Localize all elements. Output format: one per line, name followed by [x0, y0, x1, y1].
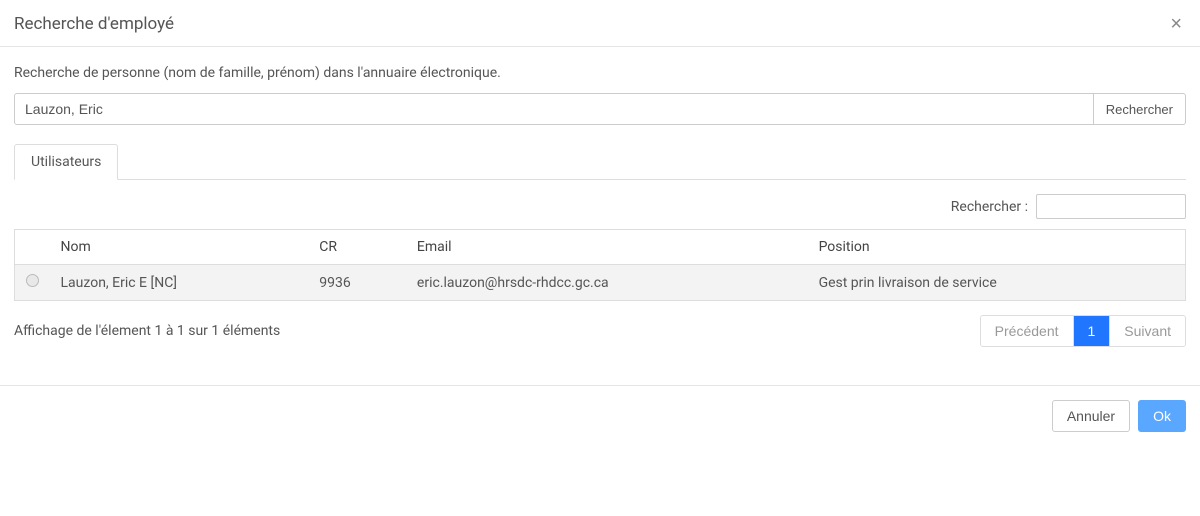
page-1-button[interactable]: 1 — [1074, 316, 1111, 346]
showing-text: Affichage de l'élement 1 à 1 sur 1 éléme… — [14, 323, 280, 339]
modal-header: Recherche d'employé × — [0, 0, 1200, 47]
employee-search-modal: Recherche d'employé × Recherche de perso… — [0, 0, 1200, 446]
pagination: Précédent 1 Suivant — [980, 315, 1186, 347]
cancel-button[interactable]: Annuler — [1052, 400, 1130, 432]
tab-users[interactable]: Utilisateurs — [14, 144, 118, 180]
close-icon[interactable]: × — [1166, 14, 1186, 34]
cell-name: Lauzon, Eric E [NC] — [51, 265, 310, 301]
results-table: Nom CR Email Position Lauzon, Eric E [NC… — [14, 229, 1186, 301]
col-select — [15, 230, 51, 265]
search-row: Rechercher — [14, 93, 1186, 125]
table-footer: Affichage de l'élement 1 à 1 sur 1 éléme… — [14, 315, 1186, 347]
filter-input[interactable] — [1036, 194, 1186, 219]
search-button[interactable]: Rechercher — [1094, 93, 1186, 125]
col-email[interactable]: Email — [407, 230, 809, 265]
row-select-cell — [15, 265, 51, 301]
table-row[interactable]: Lauzon, Eric E [NC] 9936 eric.lauzon@hrs… — [15, 265, 1186, 301]
table-header-row: Nom CR Email Position — [15, 230, 1186, 265]
filter-label: Rechercher : — [951, 199, 1028, 215]
ok-button[interactable]: Ok — [1138, 400, 1186, 432]
radio-icon[interactable] — [26, 274, 39, 287]
modal-title: Recherche d'employé — [14, 14, 174, 34]
modal-footer: Annuler Ok — [0, 385, 1200, 446]
col-cr[interactable]: CR — [309, 230, 407, 265]
col-name[interactable]: Nom — [51, 230, 310, 265]
cell-cr: 9936 — [309, 265, 407, 301]
filter-row: Rechercher : — [14, 194, 1186, 219]
cell-position: Gest prin livraison de service — [809, 265, 1186, 301]
prev-button[interactable]: Précédent — [981, 316, 1074, 346]
tabs: Utilisateurs — [14, 143, 1186, 180]
search-instructions: Recherche de personne (nom de famille, p… — [14, 65, 1186, 81]
search-input[interactable] — [14, 93, 1094, 125]
modal-body: Recherche de personne (nom de famille, p… — [0, 47, 1200, 357]
col-position[interactable]: Position — [809, 230, 1186, 265]
next-button[interactable]: Suivant — [1110, 316, 1185, 346]
cell-email: eric.lauzon@hrsdc-rhdcc.gc.ca — [407, 265, 809, 301]
